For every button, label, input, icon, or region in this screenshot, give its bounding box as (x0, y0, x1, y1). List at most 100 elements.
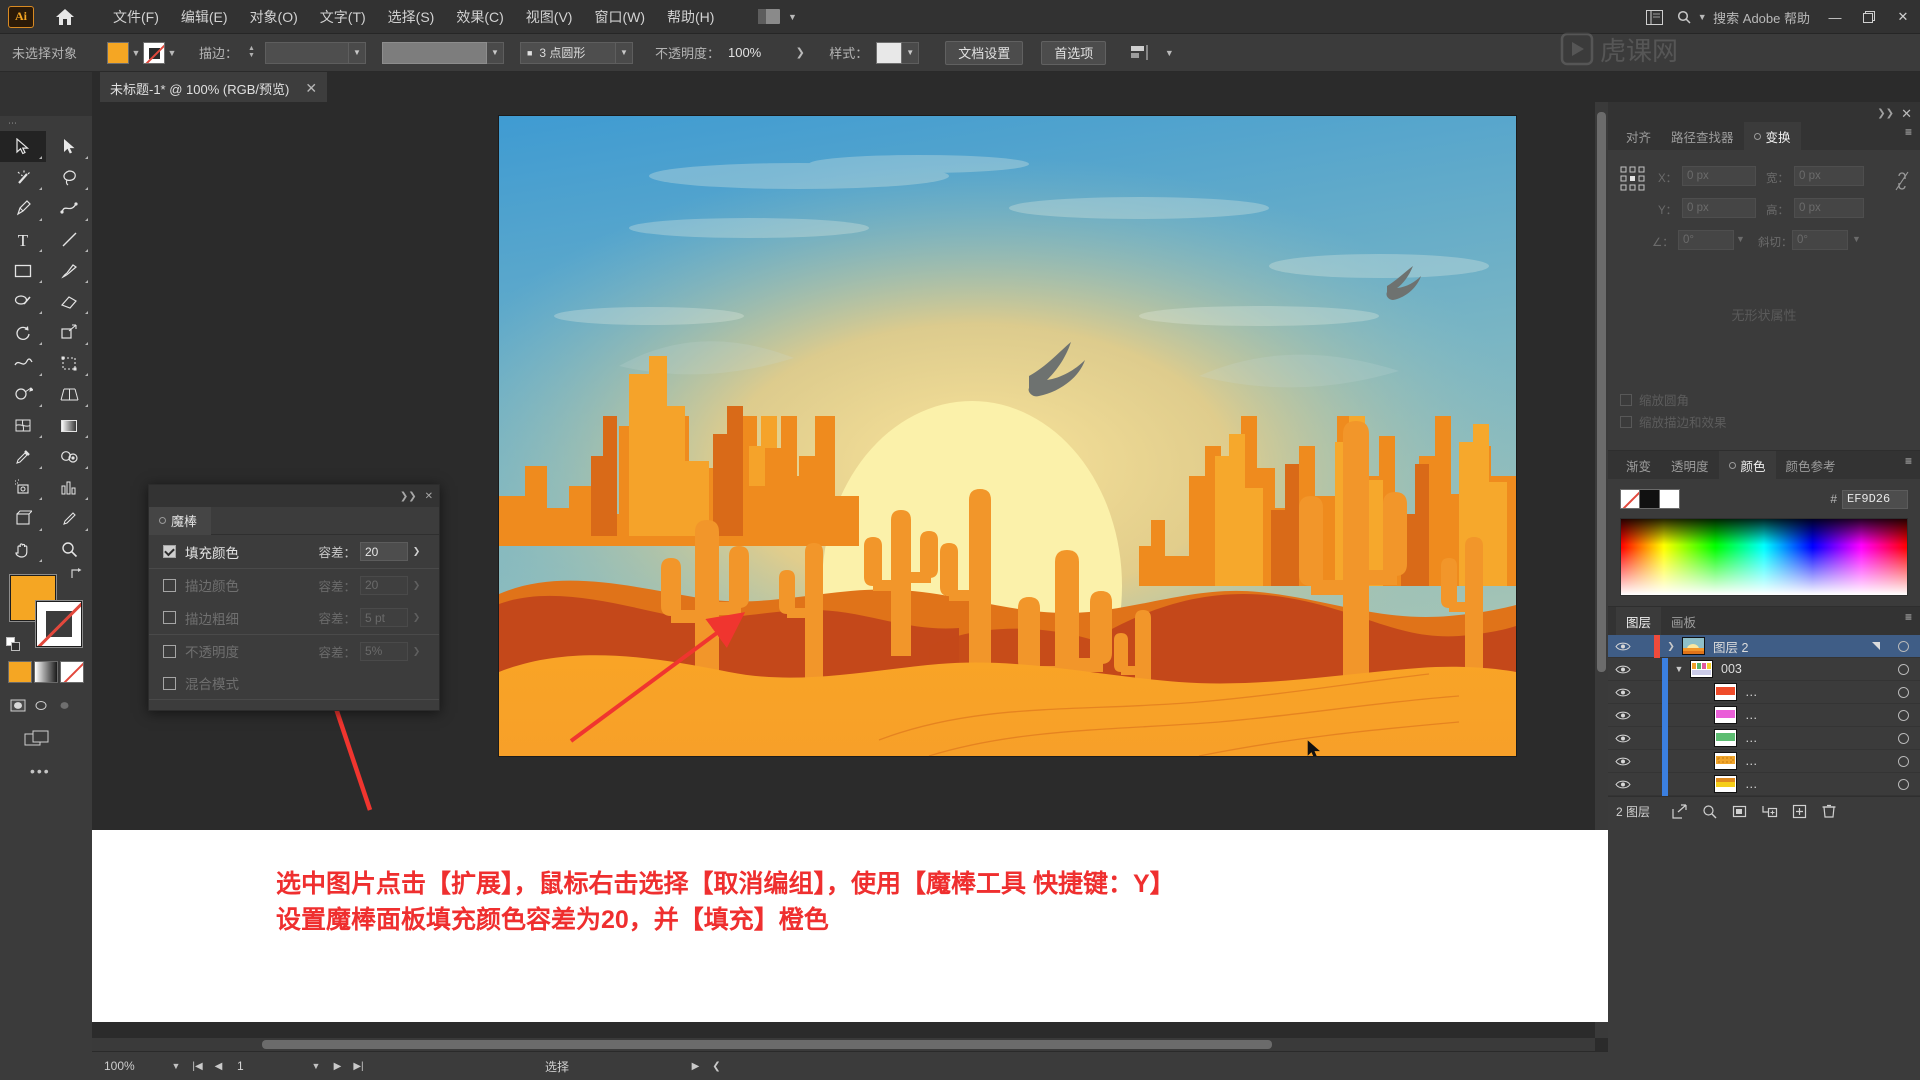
layer-row-003[interactable]: ▼ 003 (1608, 657, 1920, 681)
magic-wand-row-fill-color[interactable]: 填充颜色 容差： 20 ❯ (149, 535, 439, 568)
tolerance-input-stroke-weight[interactable]: 5 pt (360, 608, 408, 627)
menu-object[interactable]: 对象(O) (239, 3, 309, 31)
transform-y-input[interactable]: 0 px (1682, 198, 1756, 218)
eye-icon[interactable] (1608, 756, 1638, 767)
close-button[interactable]: ✕ (1886, 0, 1920, 34)
target-indicator[interactable] (1886, 663, 1920, 675)
magic-wand-panel[interactable]: ❯❯ ✕ 魔棒 填充颜色 容差： 20 ❯ 描边颜色 容差： 20 ❯ 描边粗细 (148, 484, 440, 711)
close-icon[interactable]: ✕ (305, 80, 317, 97)
layer-name[interactable]: … (1745, 685, 1886, 699)
constrain-proportions-icon[interactable] (1894, 170, 1910, 195)
chevron-right-icon[interactable]: ❯ (1660, 641, 1682, 652)
hand-tool[interactable] (0, 534, 46, 565)
align-icon[interactable] (1128, 42, 1154, 64)
tolerance-flyout-stroke-color-icon[interactable]: ❯ (408, 576, 425, 595)
draw-normal-icon[interactable] (8, 695, 28, 715)
fill-swatch[interactable] (107, 41, 130, 64)
free-transform-tool[interactable] (46, 348, 92, 379)
layer-name[interactable]: … (1745, 754, 1886, 768)
next-artboard-button[interactable]: ▶ (330, 1061, 345, 1072)
magic-wand-tool[interactable] (0, 162, 46, 193)
target-indicator[interactable] (1886, 755, 1920, 767)
target-indicator[interactable] (1886, 709, 1920, 721)
last-artboard-button[interactable]: ▶| (351, 1061, 366, 1072)
stroke-variable-width-dropdown[interactable]: ▼ (381, 41, 504, 64)
shaper-tool[interactable] (0, 286, 46, 317)
panel-menu-icon[interactable]: ≡ (1905, 126, 1912, 138)
default-fill-stroke-icon[interactable] (6, 637, 22, 653)
target-indicator[interactable] (1886, 686, 1920, 698)
toolbar-grip[interactable]: ⋯ (0, 116, 92, 131)
menu-select[interactable]: 选择(S) (377, 3, 446, 31)
menu-help[interactable]: 帮助(H) (656, 3, 725, 31)
chevron-down-icon[interactable]: ▼ (165, 48, 179, 58)
checkbox-blend-mode[interactable] (163, 676, 176, 690)
scroll-thumb[interactable] (1597, 112, 1606, 672)
target-indicator[interactable] (1886, 778, 1920, 790)
scroll-thumb[interactable] (262, 1040, 1272, 1049)
canvas-horizontal-scrollbar[interactable] (92, 1038, 1595, 1051)
stroke-swatch[interactable] (143, 41, 166, 64)
gradient-mode-button[interactable] (34, 661, 58, 683)
screen-mode-button[interactable] (22, 727, 52, 749)
magic-wand-row-opacity[interactable]: 不透明度 容差： 5% ❯ (149, 634, 439, 667)
magic-wand-row-stroke-weight[interactable]: 描边粗细 容差： 5 pt ❯ (149, 601, 439, 634)
menu-type[interactable]: 文字(T) (309, 3, 377, 31)
checkbox-stroke-weight[interactable] (163, 611, 176, 624)
workspace-switcher[interactable]: ▼ (751, 6, 806, 27)
panel-menu-icon[interactable]: ≡ (1905, 611, 1912, 623)
brush-definition-value[interactable]: ■ 3 点圆形 (519, 41, 616, 64)
eye-icon[interactable] (1608, 687, 1638, 698)
stroke-stepper[interactable]: ▲ ▼ (248, 45, 255, 59)
graphic-style-swatch[interactable] (876, 41, 903, 64)
graphic-style-dropdown[interactable]: ▼ (876, 41, 920, 64)
layer-row-sublayer-3[interactable]: … (1608, 726, 1920, 750)
artboard[interactable] (499, 116, 1516, 756)
status-collapse-icon[interactable]: ❮ (709, 1061, 724, 1072)
layer-row-sublayer-2[interactable]: … (1608, 703, 1920, 727)
layer-row-sublayer-4[interactable]: … (1608, 749, 1920, 773)
swap-fill-stroke-icon[interactable] (70, 567, 84, 583)
pen-tool[interactable] (0, 193, 46, 224)
document-setup-button[interactable]: 文档设置 (945, 40, 1024, 65)
transform-x-input[interactable]: 0 px (1682, 166, 1756, 186)
create-new-layer-icon[interactable] (1784, 799, 1814, 825)
scale-tool[interactable] (46, 317, 92, 348)
layer-name[interactable]: … (1745, 731, 1886, 745)
panel-collapse-icon[interactable]: ❯❯ (1877, 108, 1894, 119)
close-icon[interactable]: ✕ (425, 491, 433, 502)
hex-input[interactable]: EF9D26 (1842, 489, 1908, 509)
lasso-tool[interactable] (46, 162, 92, 193)
transform-panel-titlebar[interactable]: ❯❯ ✕ (1608, 102, 1920, 122)
eyedropper-tool[interactable] (0, 441, 46, 472)
tab-transparency[interactable]: 透明度 (1661, 451, 1719, 479)
draw-behind-icon[interactable] (31, 695, 51, 715)
zoom-tool[interactable] (46, 534, 92, 565)
reference-point-selector[interactable] (1620, 166, 1646, 192)
menu-edit[interactable]: 编辑(E) (170, 3, 239, 31)
tolerance-input-stroke-color[interactable]: 20 (360, 575, 408, 595)
chevron-down-icon[interactable]: ▼ (902, 41, 920, 64)
direct-selection-tool[interactable] (46, 131, 92, 162)
eye-icon[interactable] (1608, 641, 1638, 652)
scale-corners-option[interactable]: 缩放圆角 (1620, 390, 1689, 409)
layer-name[interactable]: … (1745, 708, 1886, 722)
eye-icon[interactable] (1608, 664, 1638, 675)
column-graph-tool[interactable] (46, 472, 92, 503)
prev-artboard-button[interactable]: ◀ (211, 1061, 226, 1072)
layer-name[interactable]: … (1745, 777, 1886, 791)
tolerance-input-opacity[interactable]: 5% (360, 641, 408, 661)
opacity-flyout-icon[interactable]: ❯ (793, 46, 807, 59)
none-swatch[interactable] (1620, 489, 1640, 509)
artboard-number-input[interactable]: 1 (232, 1056, 302, 1076)
chevron-down-icon[interactable]: ▼ (1668, 664, 1690, 674)
tolerance-flyout-fill-icon[interactable]: ❯ (408, 542, 425, 561)
tab-magic-wand[interactable]: 魔棒 (149, 506, 212, 535)
eraser-tool[interactable] (46, 286, 92, 317)
document-tab[interactable]: 未标题-1* @ 100% (RGB/预览) ✕ (100, 72, 328, 102)
tab-color-guide[interactable]: 颜色参考 (1776, 451, 1846, 479)
menu-file[interactable]: 文件(F) (102, 3, 170, 31)
layer-row-图层2[interactable]: ❯ 图层 2 (1608, 634, 1920, 658)
stroke-weight-value[interactable] (264, 41, 349, 64)
checkbox-stroke-color[interactable] (163, 578, 176, 592)
